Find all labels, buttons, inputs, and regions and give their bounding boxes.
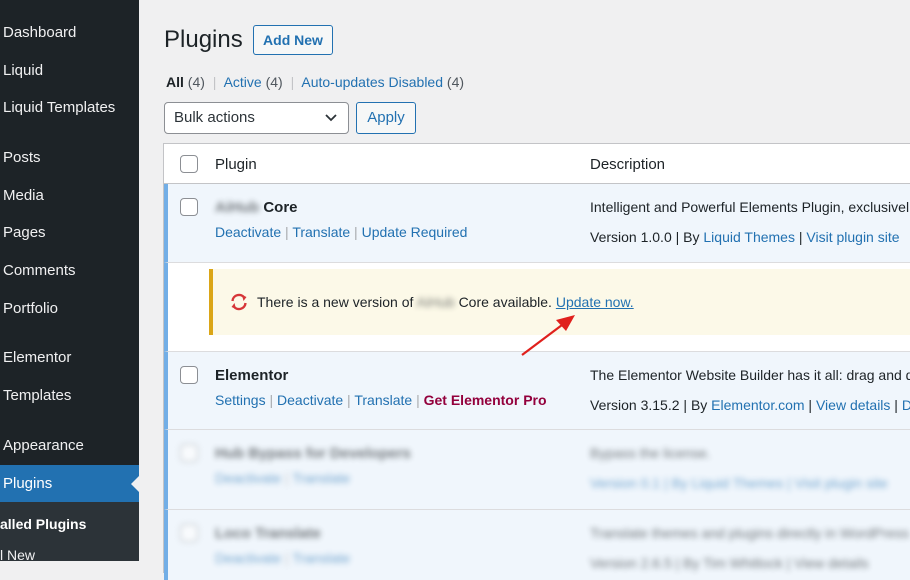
sidebar-item-liquid[interactable]: Liquid <box>0 59 139 83</box>
row-actions: Deactivate | Translate | Update Required <box>215 224 468 240</box>
plugin-status-filters: All (4) | Active (4) | Auto-updates Disa… <box>166 74 464 90</box>
table-row: Loco Translate Deactivate | Translate Tr… <box>164 510 910 580</box>
row-actions: Settings | Deactivate | Translate | Get … <box>215 392 547 408</box>
update-notice: There is a new version of AiHub Core ava… <box>209 269 910 335</box>
update-now-link[interactable]: Update now. <box>556 294 634 310</box>
update-required-link[interactable]: Update Required <box>362 224 468 240</box>
main-content: Plugins Add New All (4) | Active (4) | A… <box>139 0 910 580</box>
sidebar-item-comments[interactable]: Comments <box>0 259 139 283</box>
update-notice-text: There is a new version of AiHub Core ava… <box>257 294 634 310</box>
column-plugin: Plugin <box>215 156 257 173</box>
deactivate-link[interactable]: Deactivate <box>277 392 343 408</box>
filter-active-count: (4) <box>265 74 283 90</box>
translate-link[interactable]: Translate <box>354 392 412 408</box>
row-actions: Deactivate | Translate <box>215 550 351 566</box>
filter-active[interactable]: Active <box>224 74 262 90</box>
filter-all-count: (4) <box>187 74 205 90</box>
submenu-installed-plugins[interactable]: alled Plugins <box>0 516 86 532</box>
add-new-button[interactable]: Add New <box>253 25 333 55</box>
filter-auto-count: (4) <box>446 74 465 90</box>
table-row: AiHub Core Deactivate | Translate | Upda… <box>164 184 910 263</box>
apply-button[interactable]: Apply <box>356 102 416 134</box>
row-checkbox[interactable] <box>180 366 198 384</box>
plugin-description: Translate themes and plugins directly in… <box>590 525 910 541</box>
deactivate-link[interactable]: Deactivate <box>215 224 281 240</box>
plugin-name: Elementor <box>215 367 289 384</box>
plugin-meta: Version 3.15.2 | By Elementor.com | View… <box>590 397 910 413</box>
sidebar-item-appearance[interactable]: Appearance <box>0 434 139 458</box>
visit-site-link[interactable]: Visit plugin site <box>806 229 899 245</box>
settings-link[interactable]: Settings <box>215 392 266 408</box>
plugin-name: Loco Translate <box>215 525 321 542</box>
row-checkbox[interactable] <box>180 444 198 462</box>
deactivate-link[interactable]: Deactivate <box>215 550 281 566</box>
sidebar-item-media[interactable]: Media <box>0 184 139 208</box>
plugin-meta: Version 0.1 | By Liquid Themes | Visit p… <box>590 475 888 491</box>
plugin-meta: Version 2.6.5 | By Tim Whitlock | View d… <box>590 555 869 571</box>
sidebar-item-portfolio[interactable]: Portfolio <box>0 297 139 321</box>
column-description: Description <box>590 156 666 173</box>
row-checkbox[interactable] <box>180 524 198 542</box>
sidebar-item-posts[interactable]: Posts <box>0 146 139 170</box>
plugin-description: The Elementor Website Builder has it all… <box>590 367 910 383</box>
page-title: Plugins <box>164 26 243 53</box>
table-header: Plugin Description <box>164 144 910 184</box>
sidebar-item-templates[interactable]: Templates <box>0 384 139 408</box>
bulk-actions-value: Bulk actions <box>174 109 255 126</box>
author-link[interactable]: Liquid Themes <box>703 229 795 245</box>
plugin-name: AiHub Core <box>215 199 298 216</box>
plugins-submenu: alled Plugins l New <box>0 502 139 563</box>
chevron-down-icon <box>325 114 337 122</box>
separator: | <box>212 74 217 90</box>
table-row: Hub Bypass for Developers Deactivate | T… <box>164 430 910 510</box>
select-all-checkbox[interactable] <box>180 155 198 173</box>
deactivate-link[interactable]: Deactivate <box>215 470 281 486</box>
plugin-description: Intelligent and Powerful Elements Plugin… <box>590 199 910 215</box>
admin-sidebar: Dashboard Liquid Liquid Templates Posts … <box>0 0 139 563</box>
truncated-link[interactable]: D <box>902 397 910 413</box>
blurred-name: AiHub <box>416 294 455 310</box>
sidebar-item-pages[interactable]: Pages <box>0 221 139 245</box>
plugin-name: Hub Bypass for Developers <box>215 445 411 462</box>
update-notice-row: There is a new version of AiHub Core ava… <box>164 263 910 352</box>
plugin-description: Bypass the license. <box>590 445 711 461</box>
translate-link[interactable]: Translate <box>292 550 350 566</box>
plugins-table: Plugin Description AiHub Core Deactivate… <box>163 143 910 580</box>
sidebar-item-liquid-templates[interactable]: Liquid Templates <box>0 96 139 120</box>
sidebar-item-elementor[interactable]: Elementor <box>0 346 139 370</box>
translate-link[interactable]: Translate <box>292 470 350 486</box>
separator: | <box>290 74 295 90</box>
author-link[interactable]: Elementor.com <box>711 397 804 413</box>
bulk-actions-select[interactable]: Bulk actions <box>164 102 349 134</box>
row-checkbox[interactable] <box>180 198 198 216</box>
filter-auto-updates-disabled[interactable]: Auto-updates Disabled <box>301 74 443 90</box>
sidebar-item-plugins[interactable]: Plugins <box>0 465 139 503</box>
sidebar-item-dashboard[interactable]: Dashboard <box>0 21 139 45</box>
get-elementor-pro-link[interactable]: Get Elementor Pro <box>424 392 547 408</box>
translate-link[interactable]: Translate <box>292 224 350 240</box>
table-row: Elementor Settings | Deactivate | Transl… <box>164 352 910 430</box>
row-actions: Deactivate | Translate <box>215 470 351 486</box>
view-details-link[interactable]: View details <box>816 397 890 413</box>
blurred-name: AiHub <box>215 199 260 216</box>
plugin-meta: Version 1.0.0 | By Liquid Themes | Visit… <box>590 229 900 245</box>
filter-all[interactable]: All <box>166 74 184 90</box>
update-icon <box>231 293 247 311</box>
